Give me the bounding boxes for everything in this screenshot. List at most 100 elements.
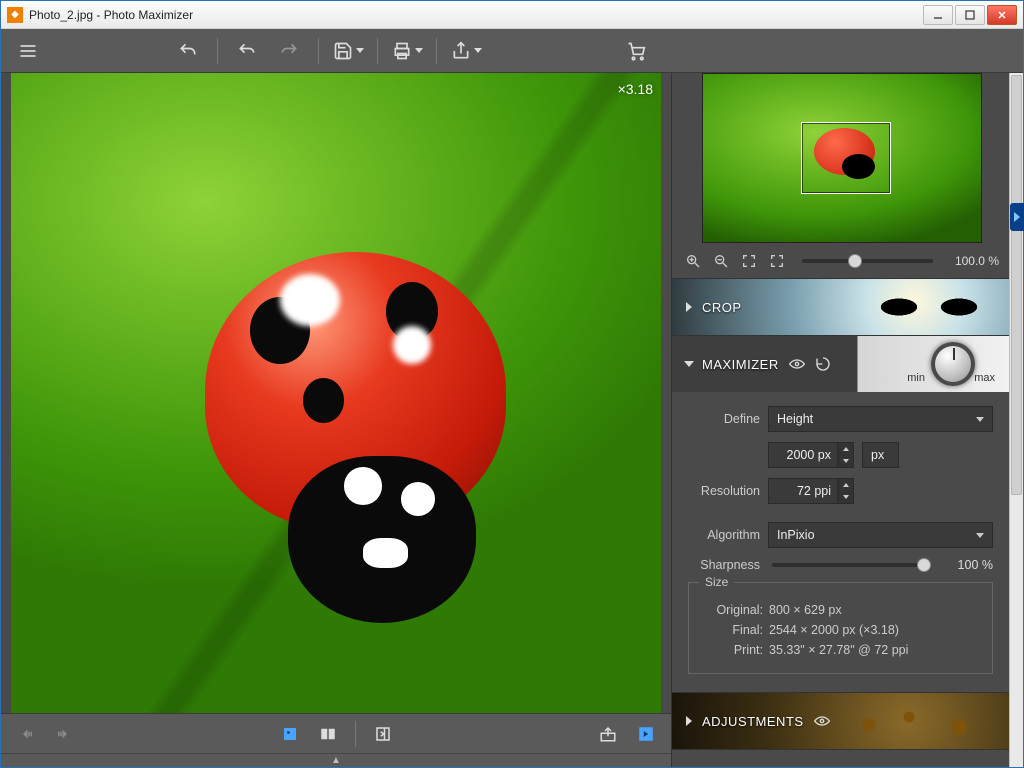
toolbar-separator	[355, 721, 356, 747]
zoom-slider-knob[interactable]	[848, 254, 862, 268]
resolution-value[interactable]: 72 ppi	[768, 478, 838, 504]
unit-select[interactable]: px	[862, 442, 899, 468]
chevron-right-icon	[686, 302, 692, 312]
menu-button[interactable]	[11, 36, 45, 66]
save-button[interactable]	[331, 36, 365, 66]
redo-button[interactable]	[272, 36, 306, 66]
print-label: Print:	[703, 643, 763, 657]
process-button[interactable]	[631, 721, 661, 747]
undo-all-button[interactable]	[171, 36, 205, 66]
size-info-box: Size Original:800 × 629 px Final:2544 × …	[688, 582, 993, 674]
share-icon	[451, 41, 471, 61]
navigator	[672, 73, 1009, 243]
image-canvas[interactable]	[11, 73, 661, 713]
navigator-viewport-box[interactable]	[801, 122, 891, 194]
prev-image-button[interactable]	[11, 721, 41, 747]
print-button[interactable]	[390, 36, 424, 66]
visibility-icon[interactable]	[814, 715, 830, 727]
print-icon	[392, 41, 412, 61]
zoom-out-button[interactable]	[710, 250, 732, 272]
zoom-percent-label: 100.0 %	[947, 254, 999, 268]
define-label: Define	[688, 412, 760, 426]
app-window: ◆ Photo_2.jpg - Photo Maximizer	[0, 0, 1024, 768]
scrollbar-thumb[interactable]	[1011, 75, 1022, 495]
spinner-down[interactable]	[838, 455, 853, 467]
titlebar[interactable]: ◆ Photo_2.jpg - Photo Maximizer	[1, 1, 1023, 29]
arrow-right-icon	[55, 725, 73, 743]
print-value: 35.33" × 27.78" @ 72 ppi	[769, 643, 908, 657]
toolbar-separator	[377, 38, 378, 64]
next-image-button[interactable]	[49, 721, 79, 747]
crop-panel-header[interactable]: CROP	[672, 279, 1009, 335]
view-compare-button[interactable]	[313, 721, 343, 747]
sharpness-slider[interactable]	[772, 563, 931, 567]
resolution-label: Resolution	[688, 484, 760, 498]
window-title: Photo_2.jpg - Photo Maximizer	[29, 8, 923, 22]
zoom-in-button[interactable]	[682, 250, 704, 272]
minimize-button[interactable]	[923, 5, 953, 25]
undo-all-icon	[178, 41, 198, 61]
original-value: 800 × 629 px	[769, 603, 842, 617]
filmstrip-toggle[interactable]: ▲	[1, 753, 671, 767]
canvas-column: ×3.18	[1, 73, 671, 767]
actual-size-button[interactable]	[766, 250, 788, 272]
define-value: Height	[777, 412, 813, 426]
side-scrollbar[interactable]	[1009, 73, 1023, 767]
algorithm-select[interactable]: InPixio	[768, 522, 993, 548]
unit-value: px	[871, 448, 884, 462]
visibility-icon[interactable]	[789, 358, 805, 370]
maximizer-panel-title: MAXIMIZER	[702, 357, 779, 372]
caret-down-icon	[976, 533, 984, 538]
save-icon	[333, 41, 353, 61]
maximizer-panel-body: Define Height 2000 px	[672, 392, 1009, 692]
side-expand-handle[interactable]	[1010, 203, 1024, 231]
zoom-out-icon	[713, 253, 729, 269]
spinner-down[interactable]	[838, 491, 853, 503]
app-icon: ◆	[7, 7, 23, 23]
arrow-left-icon	[17, 725, 35, 743]
define-select[interactable]: Height	[768, 406, 993, 432]
fit-screen-button[interactable]	[738, 250, 760, 272]
spinner-up[interactable]	[838, 443, 853, 455]
hamburger-icon	[18, 41, 38, 61]
original-label: Original:	[703, 603, 763, 617]
zoom-slider[interactable]	[802, 259, 933, 263]
resolution-spinner[interactable]: 72 ppi	[768, 478, 854, 504]
sharpness-value: 100 %	[943, 558, 993, 572]
canvas-bottombar	[1, 713, 671, 753]
process-icon	[637, 725, 655, 743]
toolbar-separator	[318, 38, 319, 64]
algorithm-value: InPixio	[777, 528, 815, 542]
panel-icon	[374, 725, 392, 743]
undo-icon	[237, 41, 257, 61]
size-value[interactable]: 2000 px	[768, 442, 838, 468]
adjustments-panel-header[interactable]: ADJUSTMENTS	[672, 693, 1009, 749]
view-single-button[interactable]	[275, 721, 305, 747]
maximize-button[interactable]	[955, 5, 985, 25]
zoom-in-icon	[685, 253, 701, 269]
undo-button[interactable]	[230, 36, 264, 66]
cart-button[interactable]	[619, 36, 653, 66]
export-icon	[599, 725, 617, 743]
chevron-down-icon	[684, 361, 694, 367]
reset-icon[interactable]	[815, 356, 831, 372]
crop-panel-title: CROP	[702, 300, 742, 315]
maximizer-dial[interactable]	[931, 342, 975, 386]
algorithm-label: Algorithm	[688, 528, 760, 542]
navigator-preview[interactable]	[702, 73, 982, 243]
zoom-bar: 100.0 %	[672, 243, 1009, 279]
min-label: min	[907, 372, 925, 384]
share-button[interactable]	[449, 36, 483, 66]
maximizer-panel-header[interactable]: MAXIMIZER min max	[672, 336, 1009, 392]
spinner-up[interactable]	[838, 479, 853, 491]
export-button[interactable]	[593, 721, 623, 747]
cart-icon	[626, 41, 646, 61]
size-spinner[interactable]: 2000 px	[768, 442, 854, 468]
view-single-icon	[281, 725, 299, 743]
panel-toggle-button[interactable]	[368, 721, 398, 747]
close-button[interactable]	[987, 5, 1017, 25]
sharpness-knob[interactable]	[917, 558, 931, 572]
maximizer-panel: MAXIMIZER min max Define Height	[672, 336, 1009, 693]
crop-panel: CROP	[672, 279, 1009, 336]
final-label: Final:	[703, 623, 763, 637]
